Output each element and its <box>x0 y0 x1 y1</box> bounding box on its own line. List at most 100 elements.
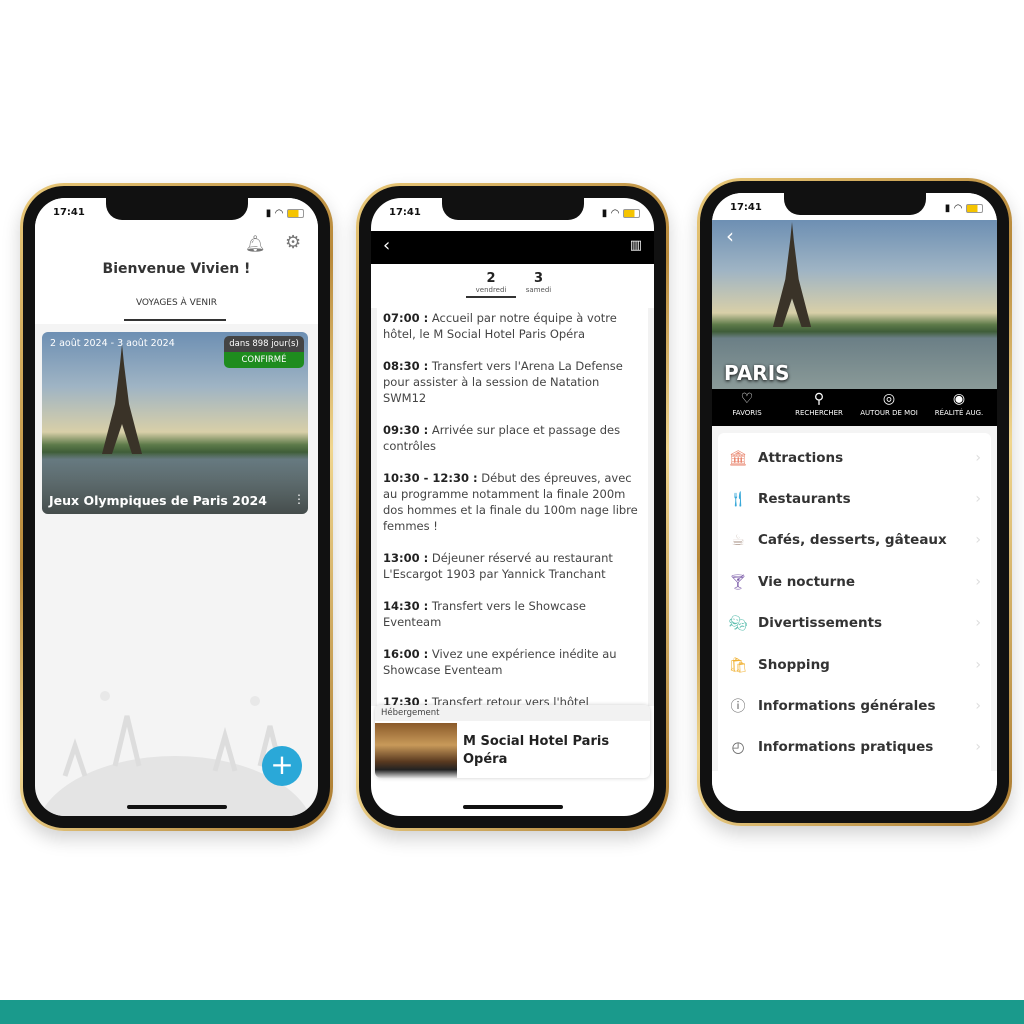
trip-card[interactable]: 2 août 2024 - 3 août 2024 dans 898 jour(… <box>42 332 308 514</box>
plus-icon: + <box>270 748 294 781</box>
masks-icon: 🎭︎ <box>728 614 748 633</box>
info-icon: ⓘ <box>730 697 746 716</box>
cutlery-icon: 🍴︎ <box>728 489 748 508</box>
lodging-label: Hébergement <box>375 705 650 721</box>
schedule-time: 07:00 : <box>383 311 429 325</box>
wifi-icon: ◠ <box>611 208 619 219</box>
signal-icon: ▮ <box>601 208 608 219</box>
schedule-list[interactable]: 07:00 : Accueil par notre équipe à votre… <box>371 308 654 706</box>
more-vertical-icon[interactable]: ⋮ <box>293 492 305 506</box>
radar-icon: ◎ <box>882 391 896 407</box>
category-label: Attractions <box>758 449 844 466</box>
search-icon: ⚲ <box>813 391 825 407</box>
eye-icon: ◉ <box>952 391 966 407</box>
schedule-item: 13:00 : Déjeuner réservé au restaurant L… <box>383 550 638 582</box>
monument-icon: 🏛︎ <box>728 448 748 467</box>
heart-icon: ♡ <box>740 391 754 407</box>
city-photo: ‹ PARIS <box>712 220 997 389</box>
chevron-right-icon: › <box>975 656 981 673</box>
tab-underline <box>124 319 226 321</box>
lodging-card[interactable]: Hébergement M Social Hotel Paris Opéra <box>375 705 650 778</box>
eiffel-tower-image <box>772 222 812 327</box>
nav-rechercher[interactable]: ⚲ RECHERCHER <box>784 389 854 426</box>
category-attractions[interactable]: 🏛︎ Attractions › <box>718 437 991 478</box>
coffee-icon: ☕︎ <box>731 531 745 550</box>
category-informations-pratiques[interactable]: ◴ Informations pratiques › <box>718 727 991 768</box>
schedule-item: 16:00 : Vivez une expérience inédite au … <box>383 646 638 678</box>
category-label: Cafés, desserts, gâteaux <box>758 532 947 549</box>
map-icon[interactable]: ▥ <box>630 238 642 253</box>
phone-home: 17:41 ▮ ◠ 🔔︎ ⚙ Bienvenue Vivien ! VOYAGES … <box>20 183 333 831</box>
battery-icon <box>966 204 983 213</box>
category-informations-générales[interactable]: ⓘ Informations générales › <box>718 685 991 726</box>
tab-upcoming-trips[interactable]: VOYAGES À VENIR <box>35 298 318 308</box>
chevron-right-icon: › <box>975 573 981 590</box>
schedule-time: 13:00 : <box>383 551 429 565</box>
schedule-time: 08:30 : <box>383 359 429 373</box>
schedule-item: 07:00 : Accueil par notre équipe à votre… <box>383 310 638 342</box>
eiffel-tower-image <box>102 344 142 454</box>
nav-autour-de-moi[interactable]: ◎ AUTOUR DE MOI <box>854 389 924 426</box>
city-name: PARIS <box>724 361 790 385</box>
bell-icon[interactable]: 🔔︎ <box>245 234 265 253</box>
category-label: Informations pratiques <box>758 739 934 756</box>
back-icon[interactable]: ‹ <box>726 224 734 248</box>
add-trip-button[interactable]: + <box>262 746 302 786</box>
notch <box>441 198 584 220</box>
category-vie-nocturne[interactable]: 🍸︎ Vie nocturne › <box>718 561 991 602</box>
header: 🔔︎ ⚙ Bienvenue Vivien ! VOYAGES À VENIR <box>35 228 318 324</box>
chevron-right-icon: › <box>975 449 981 466</box>
nav-realite-augmentee[interactable]: ◉ RÉALITÉ AUG. <box>924 389 994 426</box>
quick-nav-bar: ♡ FAVORIS ⚲ RECHERCHER ◎ AUTOUR DE MOI ◉ RÉA… <box>712 389 997 426</box>
category-label: Restaurants <box>758 490 851 507</box>
category-cafés-desserts-gâteaux[interactable]: ☕︎ Cafés, desserts, gâteaux › <box>718 520 991 561</box>
wifi-icon: ◠ <box>954 203 962 214</box>
chevron-right-icon: › <box>975 532 981 549</box>
page-title: Bienvenue Vivien ! <box>102 261 251 277</box>
chevron-right-icon: › <box>975 615 981 632</box>
nav-favoris[interactable]: ♡ FAVORIS <box>712 389 782 426</box>
trip-name: Jeux Olympiques de Paris 2024 <box>49 493 267 508</box>
chevron-right-icon: › <box>975 490 981 507</box>
battery-icon <box>287 209 304 218</box>
category-label: Divertissements <box>758 615 883 632</box>
cocktail-icon: 🍸︎ <box>728 572 748 591</box>
signal-icon: ▮ <box>944 203 951 214</box>
compass-icon: ◴ <box>731 738 745 757</box>
countdown-badge: dans 898 jour(s) <box>224 336 304 352</box>
chevron-right-icon: › <box>975 697 981 714</box>
hotel-name: M Social Hotel Paris Opéra <box>463 734 610 767</box>
schedule-time: 14:30 : <box>383 599 429 613</box>
chevron-right-icon: › <box>975 739 981 756</box>
back-icon[interactable]: ‹ <box>383 235 390 256</box>
category-restaurants[interactable]: 🍴︎ Restaurants › <box>718 478 991 519</box>
schedule-item: 09:30 : Arrivée sur place et passage des… <box>383 422 638 454</box>
bag-icon: 🛍︎ <box>728 655 748 674</box>
footer-band <box>0 1000 1024 1024</box>
gear-icon[interactable]: ⚙ <box>285 232 301 253</box>
notch <box>105 198 248 220</box>
category-shopping[interactable]: 🛍︎ Shopping › <box>718 644 991 685</box>
category-divertissements[interactable]: 🎭︎ Divertissements › <box>718 603 991 644</box>
hotel-photo <box>375 723 457 778</box>
category-label: Shopping <box>758 656 830 673</box>
day-tab-friday[interactable]: 2 vendredi <box>466 271 516 298</box>
category-label: Vie nocturne <box>758 573 856 590</box>
home-indicator <box>462 805 563 809</box>
schedule-time: 16:00 : <box>383 647 429 661</box>
schedule-item: 08:30 : Transfert vers l'Arena La Defens… <box>383 358 638 406</box>
wifi-icon: ◠ <box>275 208 283 219</box>
battery-icon <box>623 209 640 218</box>
signal-icon: ▮ <box>265 208 272 219</box>
category-list: 🏛︎ Attractions › 🍴︎ Restaurants › ☕︎ Cafés, des… <box>718 433 991 778</box>
trip-dates: 2 août 2024 - 3 août 2024 <box>50 338 175 349</box>
day-tab-saturday[interactable]: 3 samedi <box>516 271 561 294</box>
phone-itinerary: 17:41 ▮ ◠ ‹ ▥ 2 vendredi 3 samedi 07:00 : … <box>356 183 669 831</box>
category-label: Informations générales <box>758 697 936 714</box>
schedule-time: 09:30 : <box>383 423 429 437</box>
notch <box>783 193 926 215</box>
phone-city-guide: 17:41 ▮ ◠ ‹ PARIS ♡ FAVORIS ⚲ RECHERCHER ◎ AU… <box>697 178 1012 826</box>
status-badge: CONFIRMÉ <box>224 352 304 368</box>
schedule-item: 10:30 - 12:30 : Début des épreuves, avec… <box>383 470 638 534</box>
top-bar: ‹ ▥ <box>371 231 654 264</box>
